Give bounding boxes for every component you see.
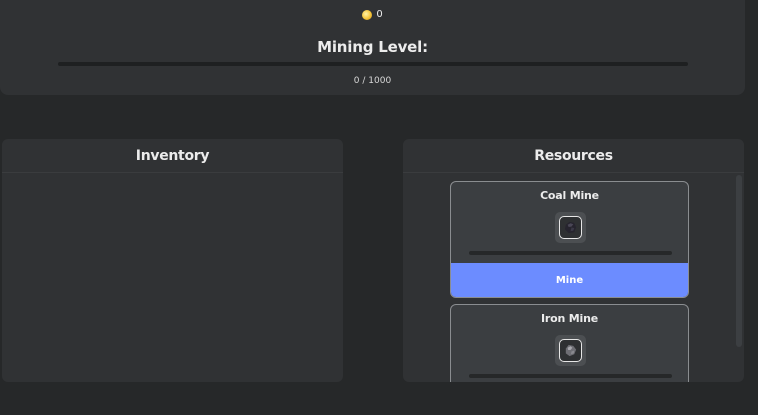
mining-xp-bar xyxy=(58,62,688,66)
resources-scrollbar[interactable] xyxy=(736,175,742,347)
coal-mine-progress xyxy=(469,251,672,255)
iron-ore-icon xyxy=(565,344,577,357)
inventory-panel: Inventory xyxy=(2,139,343,382)
coin-counter: 0 xyxy=(0,9,745,20)
iron-mine-progress xyxy=(469,374,672,378)
iron-ore-slot xyxy=(555,335,586,366)
resources-title: Resources xyxy=(403,139,744,173)
mining-xp-text: 0 / 1000 xyxy=(353,76,392,86)
coal-ore-slot xyxy=(555,212,586,243)
coin-count: 0 xyxy=(376,9,383,20)
inventory-title: Inventory xyxy=(2,139,343,173)
iron-mine-name: Iron Mine xyxy=(541,312,598,325)
coal-mine-name: Coal Mine xyxy=(540,189,599,202)
mining-level-panel: 0 Mining Level: 0 / 1000 xyxy=(0,0,745,95)
coal-mine-button[interactable]: Mine xyxy=(451,263,688,297)
coal-mine-card: Coal Mine Mine xyxy=(450,181,689,298)
coal-ore-icon xyxy=(564,221,577,234)
coin-icon xyxy=(362,9,373,20)
mining-level-title: Mining Level: xyxy=(317,38,428,56)
resources-panel[interactable]: Resources Coal Mine Mine Iron Mine xyxy=(403,139,744,382)
iron-mine-card: Iron Mine xyxy=(450,304,689,382)
